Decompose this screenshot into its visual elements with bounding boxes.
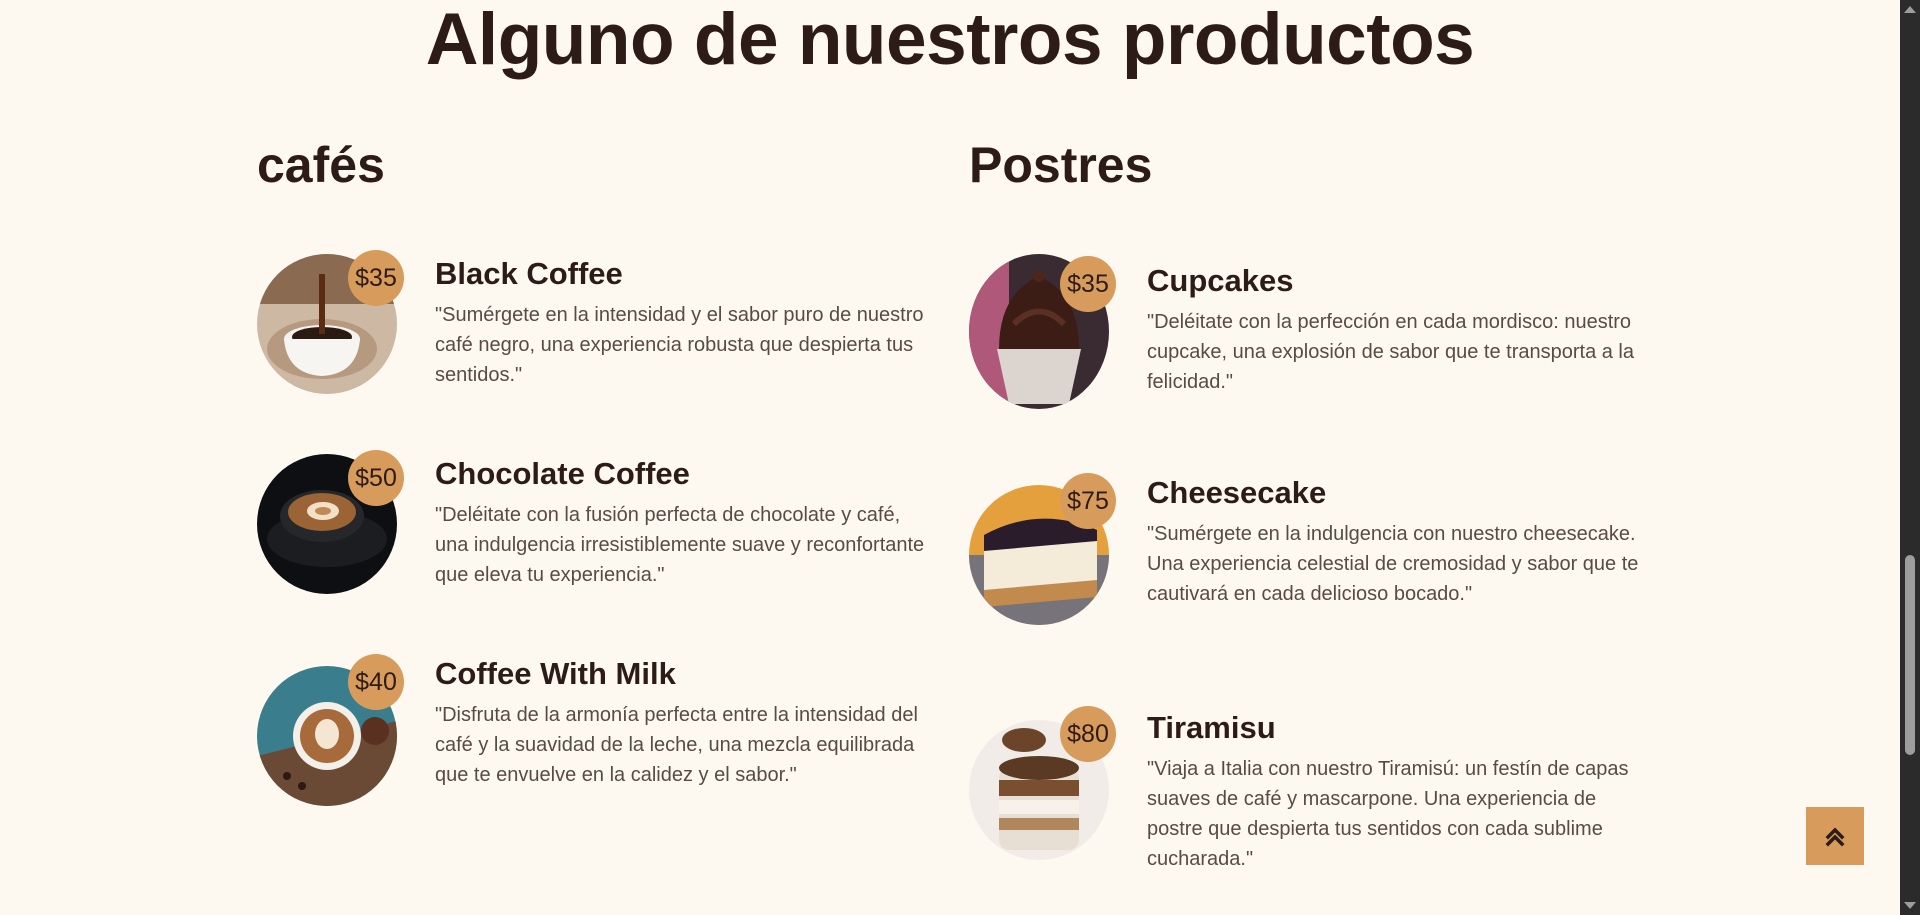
product-name: Cheesecake bbox=[1147, 475, 1327, 510]
price-badge: $35 bbox=[348, 250, 404, 306]
price-badge: $80 bbox=[1060, 706, 1116, 762]
price-badge: $40 bbox=[348, 654, 404, 710]
vertical-scrollbar[interactable] bbox=[1900, 0, 1920, 915]
price-badge: $75 bbox=[1060, 473, 1116, 529]
product-description: "Deléitate con la perfección en cada mor… bbox=[1147, 311, 1634, 393]
scrollbar-thumb[interactable] bbox=[1905, 555, 1915, 755]
product-name: Chocolate Coffee bbox=[435, 456, 690, 491]
scroll-down-arrow-icon[interactable] bbox=[1904, 902, 1916, 909]
product-name: Cupcakes bbox=[1147, 263, 1294, 298]
product-name: Tiramisu bbox=[1147, 710, 1276, 745]
double-chevron-up-icon bbox=[1825, 827, 1845, 847]
cafes-title: cafés bbox=[257, 137, 385, 193]
postres-section: Postres $35 Cupcakes "Deléitate con la p… bbox=[969, 130, 1649, 870]
scroll-up-arrow-icon[interactable] bbox=[1904, 6, 1916, 13]
price-badge: $50 bbox=[348, 450, 404, 506]
scroll-to-top-button[interactable] bbox=[1806, 807, 1864, 865]
postres-title: Postres bbox=[969, 137, 1153, 193]
cafes-section: cafés $35 Black Coffee "Sumérgete en la … bbox=[257, 130, 937, 806]
price-badge: $35 bbox=[1060, 256, 1116, 312]
product-description: "Viaja a Italia con nuestro Tiramisú: un… bbox=[1147, 758, 1629, 870]
product-description: "Deléitate con la fusión perfecta de cho… bbox=[435, 504, 925, 586]
product-description: "Sumérgete en la indulgencia con nuestro… bbox=[1147, 523, 1639, 605]
product-name: Coffee With Milk bbox=[435, 656, 676, 691]
product-description: "Sumérgete en la intensidad y el sabor p… bbox=[435, 304, 924, 386]
page-title: Alguno de nuestros productos bbox=[425, 0, 1475, 80]
product-description: "Disfruta de la armonía perfecta entre l… bbox=[435, 704, 918, 786]
product-name: Black Coffee bbox=[435, 256, 623, 291]
